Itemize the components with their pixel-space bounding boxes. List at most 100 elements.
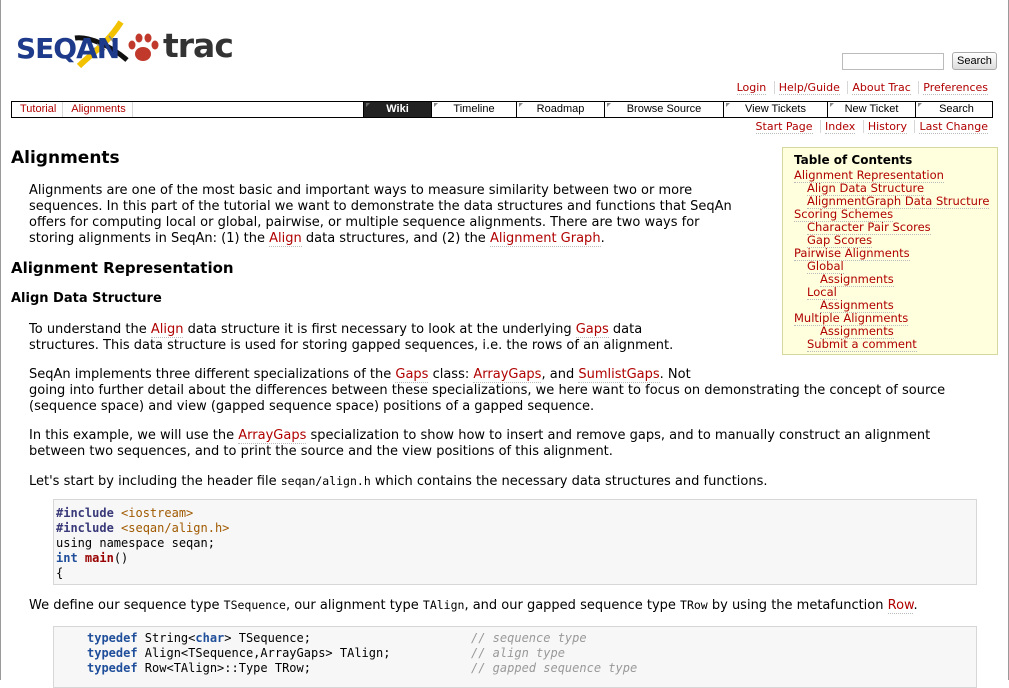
tab-wiki[interactable]: Wiki bbox=[363, 102, 431, 117]
text: Let's start by including the header file bbox=[29, 474, 281, 489]
corner-icon bbox=[607, 103, 611, 107]
corner-icon bbox=[830, 103, 834, 107]
corner-icon bbox=[366, 103, 370, 107]
text: In this example, we will use the bbox=[29, 428, 239, 443]
inline-code: TRow bbox=[680, 598, 708, 612]
code-comment: // gapped sequence type bbox=[471, 661, 638, 675]
tab-roadmap[interactable]: Roadmap bbox=[516, 102, 604, 117]
search-input[interactable] bbox=[842, 53, 944, 70]
search-button[interactable]: Search bbox=[952, 52, 997, 70]
code-line: #include <seqan/align.h> bbox=[56, 521, 229, 535]
code-text: Row<TAlign>::Type TRow; bbox=[137, 661, 311, 675]
sumlistgaps-link[interactable]: SumlistGaps bbox=[578, 367, 660, 383]
toc-link-submit-comment[interactable]: Submit a comment bbox=[807, 337, 917, 352]
keyword: char bbox=[195, 631, 225, 645]
breadcrumb-alignments[interactable]: Alignments bbox=[71, 103, 125, 115]
include-path: <seqan/align.h> bbox=[121, 521, 230, 535]
row-link[interactable]: Row bbox=[887, 598, 914, 614]
code-line: int main() bbox=[56, 551, 128, 565]
keyword: int bbox=[56, 551, 78, 565]
text: , and bbox=[541, 367, 579, 382]
tab-view-tickets[interactable]: View Tickets bbox=[723, 102, 827, 117]
code-text: > TSequence; bbox=[224, 631, 311, 645]
logo-trac-text: trac bbox=[163, 26, 234, 65]
preprocessor-keyword: #include bbox=[56, 521, 114, 535]
code-line: #include <iostream> bbox=[56, 506, 193, 520]
logo-seqan-text: SEQAN bbox=[16, 32, 120, 65]
text: To understand the bbox=[29, 322, 151, 337]
text: data bbox=[608, 322, 643, 337]
tab-browse-source[interactable]: Browse Source bbox=[604, 102, 723, 117]
text: data structure it is first necessary to … bbox=[183, 322, 576, 337]
inline-code: TAlign bbox=[422, 598, 465, 612]
arraygaps-link[interactable]: ArrayGaps bbox=[473, 367, 542, 383]
subsection-heading-align-data-structure: Align Data Structure bbox=[11, 291, 162, 306]
text: between two sequences, and to print the … bbox=[29, 444, 613, 459]
breadcrumb: Tutorial Alignments bbox=[12, 102, 133, 117]
preprocessor-keyword: #include bbox=[56, 506, 114, 520]
code-text: String< bbox=[137, 631, 196, 645]
paragraph-align-intro: To understand the Align data structure i… bbox=[29, 322, 673, 354]
paw-print-icon bbox=[128, 33, 159, 61]
main-nav: Tutorial Alignments Wiki Timeline Roadma… bbox=[11, 101, 993, 118]
keyword: typedef bbox=[87, 631, 138, 645]
help-guide-link[interactable]: Help/Guide bbox=[778, 81, 840, 95]
seqan-trac-logo[interactable]: SEQAN trac bbox=[16, 14, 234, 72]
text: going into further detail about the diff… bbox=[29, 383, 946, 398]
text: We define our sequence type bbox=[29, 598, 224, 613]
text: by using the metafunction bbox=[707, 598, 888, 613]
code-line: using namespace seqan; bbox=[56, 536, 215, 550]
tab-timeline[interactable]: Timeline bbox=[431, 102, 516, 117]
text: which contains the necessary data struct… bbox=[370, 474, 768, 489]
gaps-link[interactable]: Gaps bbox=[395, 367, 429, 383]
corner-icon bbox=[918, 103, 922, 107]
paragraph-arraygaps-example: In this example, we will use the ArrayGa… bbox=[29, 428, 930, 460]
inline-code: seqan/align.h bbox=[280, 474, 371, 488]
code-block-include: #include <iostream> #include <seqan/alig… bbox=[53, 499, 977, 585]
last-change-link[interactable]: Last Change bbox=[919, 120, 988, 134]
align-link[interactable]: Align bbox=[269, 231, 302, 247]
corner-icon bbox=[726, 103, 730, 107]
preferences-link[interactable]: Preferences bbox=[923, 81, 988, 95]
alignment-graph-link[interactable]: Alignment Graph bbox=[489, 231, 601, 247]
code-text: Align<TSequence,ArrayGaps> TAlign; bbox=[137, 646, 391, 660]
paragraph-header-include: Let's start by including the header file… bbox=[29, 473, 768, 490]
header-search: Search bbox=[842, 52, 997, 70]
code-text: () bbox=[113, 551, 129, 565]
login-link[interactable]: Login bbox=[736, 81, 767, 95]
corner-icon bbox=[519, 103, 523, 107]
context-nav: Start Page Index History Last Change bbox=[752, 120, 992, 134]
section-heading-alignment-representation: Alignment Representation bbox=[11, 259, 234, 277]
breadcrumb-tutorial[interactable]: Tutorial bbox=[20, 103, 56, 115]
include-path: <iostream> bbox=[121, 506, 194, 520]
start-page-link[interactable]: Start Page bbox=[755, 120, 813, 134]
tab-new-ticket[interactable]: New Ticket bbox=[827, 102, 915, 117]
code-block-typedefs: typedef String<char> TSequence; // seque… bbox=[53, 626, 977, 688]
code-line: { bbox=[56, 566, 64, 580]
text: structures. This data structure is used … bbox=[29, 338, 674, 353]
code-line: typedef String<char> TSequence; bbox=[87, 631, 311, 645]
align-link[interactable]: Align bbox=[150, 322, 184, 338]
text: specialization to show how to insert and… bbox=[306, 428, 931, 443]
code-line: typedef Row<TAlign>::Type TRow; bbox=[87, 661, 311, 675]
tab-label: Wiki bbox=[386, 103, 409, 115]
meta-nav: Login Help/Guide About Trac Preferences bbox=[733, 81, 992, 95]
tab-label: Search bbox=[939, 103, 974, 115]
gaps-link[interactable]: Gaps bbox=[575, 322, 609, 338]
text: (sequence space) and view (gapped sequen… bbox=[29, 399, 595, 414]
index-link[interactable]: Index bbox=[825, 120, 856, 134]
about-trac-link[interactable]: About Trac bbox=[852, 81, 911, 95]
intro-line: storing alignments in SeqAn: (1) the bbox=[29, 231, 270, 246]
tab-search[interactable]: Search bbox=[915, 102, 997, 117]
intro-line: offers for computing local or global, pa… bbox=[29, 215, 700, 230]
code-comment: // sequence type bbox=[471, 631, 587, 645]
inline-code: TSequence bbox=[223, 598, 286, 612]
code-comment: // align type bbox=[471, 646, 565, 660]
keyword: typedef bbox=[87, 646, 138, 660]
tab-label: Roadmap bbox=[536, 103, 585, 115]
intro-line: . bbox=[600, 231, 605, 246]
intro-line: data structures, and (2) the bbox=[301, 231, 490, 246]
arraygaps-link[interactable]: ArrayGaps bbox=[238, 428, 307, 444]
history-link[interactable]: History bbox=[867, 120, 907, 134]
paragraph-gaps-specializations: SeqAn implements three different special… bbox=[29, 367, 945, 415]
